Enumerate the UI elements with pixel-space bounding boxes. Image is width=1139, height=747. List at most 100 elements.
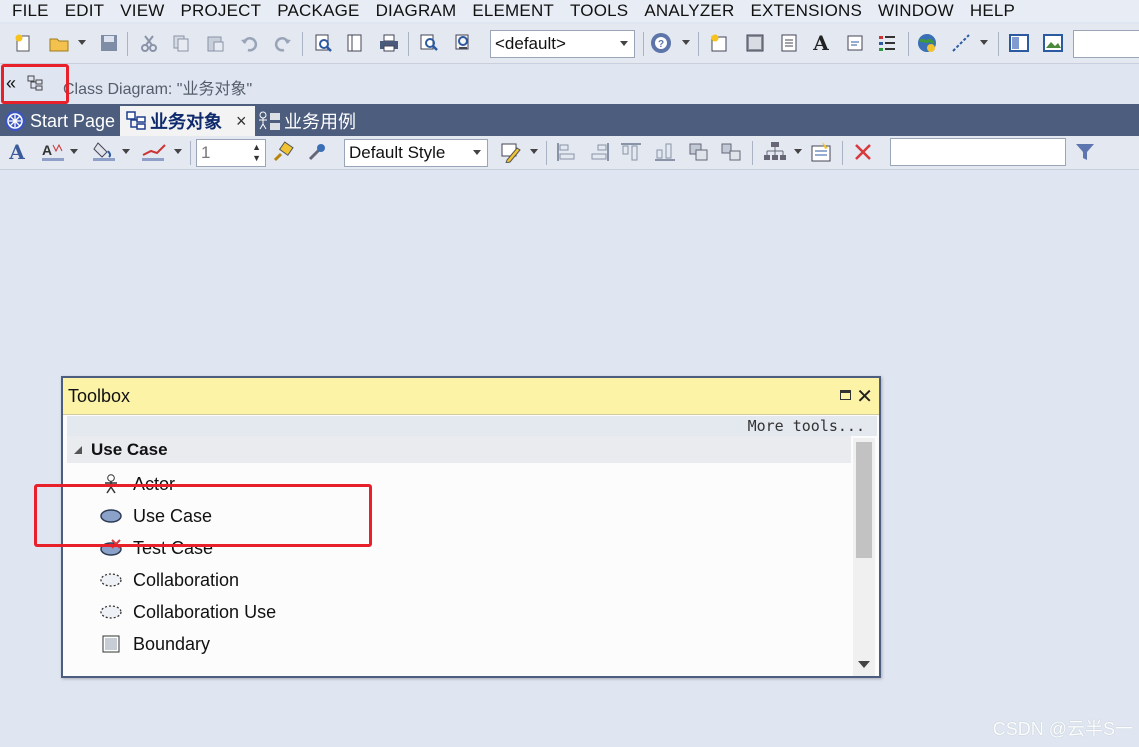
toolbar-separator — [998, 32, 999, 56]
menu-window[interactable]: WINDOW — [878, 1, 954, 21]
tab-business-objects[interactable]: 业务对象 × — [120, 106, 255, 136]
chevron-down-icon[interactable] — [792, 141, 804, 163]
toolbar-separator — [908, 32, 909, 56]
chevron-down-icon[interactable] — [68, 141, 80, 163]
scrollbar-thumb[interactable] — [856, 442, 872, 558]
filter-icon[interactable] — [1074, 141, 1096, 163]
menu-diagram[interactable]: DIAGRAM — [376, 1, 457, 21]
paste-icon[interactable] — [204, 32, 226, 54]
start-page-icon — [5, 111, 25, 131]
chevron-down-icon[interactable] — [680, 32, 692, 54]
connector-icon[interactable] — [950, 32, 972, 54]
menu-analyzer[interactable]: ANALYZER — [644, 1, 734, 21]
toolbox-title: Toolbox — [68, 386, 131, 406]
menu-package[interactable]: PACKAGE — [277, 1, 359, 21]
open-folder-icon[interactable] — [48, 32, 70, 54]
diagram-title-bar: « Class Diagram: "业务对象" — [0, 64, 1139, 104]
collaboration-use-icon — [99, 602, 123, 622]
align-bottom-icon[interactable] — [654, 141, 676, 163]
close-icon[interactable]: × — [236, 111, 247, 132]
delete-icon[interactable] — [852, 141, 874, 163]
chevron-down-icon[interactable] — [76, 32, 88, 54]
arrange-icon[interactable] — [720, 141, 742, 163]
image-icon[interactable] — [1042, 32, 1064, 54]
align-right-icon[interactable] — [588, 141, 610, 163]
style-combo[interactable]: Default Style — [344, 139, 488, 167]
align-top-icon[interactable] — [620, 141, 642, 163]
diagram-filter-input[interactable] — [890, 138, 1066, 166]
toolbox-section-use-case[interactable]: Use Case — [67, 436, 851, 463]
menu-edit[interactable]: EDIT — [65, 1, 105, 21]
document-icon[interactable] — [778, 32, 800, 54]
toolbar-search-input[interactable] — [1073, 30, 1139, 58]
more-tools-link[interactable]: More tools... — [67, 416, 877, 436]
layout-icon[interactable] — [1008, 32, 1030, 54]
layout-tree-icon[interactable] — [762, 141, 788, 163]
toolbox-item-collaboration[interactable]: Collaboration — [67, 565, 827, 595]
find-element-icon[interactable] — [452, 32, 474, 54]
diagram-icon[interactable] — [744, 32, 766, 54]
main-toolbar: <default> ? A — [0, 24, 1139, 64]
tab-label: 业务对象 — [150, 112, 222, 132]
line-width-stepper[interactable]: 1 ▲ ▼ — [196, 139, 266, 167]
print-icon[interactable] — [378, 32, 400, 54]
section-label: Use Case — [91, 439, 168, 459]
menu-tools[interactable]: TOOLS — [570, 1, 628, 21]
new-project-icon[interactable] — [12, 32, 34, 54]
toolbox-item-boundary[interactable]: Boundary — [67, 629, 827, 659]
style-edit-icon[interactable] — [498, 141, 524, 163]
tab-start-page[interactable]: Start Page — [4, 106, 115, 136]
new-element-icon[interactable] — [708, 32, 730, 54]
close-icon[interactable]: ✕ — [856, 384, 873, 409]
note-icon[interactable] — [844, 32, 866, 54]
page-setup-icon[interactable] — [344, 32, 366, 54]
stepper-arrows-icon[interactable]: ▲ ▼ — [252, 142, 261, 164]
toolbar-separator — [408, 32, 409, 56]
scroll-down-icon[interactable] — [858, 661, 870, 668]
chevron-down-icon[interactable] — [528, 141, 540, 163]
cut-icon[interactable] — [138, 32, 160, 54]
view-combo[interactable]: <default> — [490, 30, 635, 58]
toolbox-scrollbar[interactable] — [853, 438, 875, 676]
toolbar-separator — [127, 32, 128, 56]
toolbar-separator — [698, 32, 699, 56]
fill-color-icon[interactable] — [90, 141, 118, 163]
align-left-icon[interactable] — [556, 141, 578, 163]
redo-icon[interactable] — [272, 32, 294, 54]
format-painter-icon[interactable] — [272, 141, 294, 163]
chevron-down-icon[interactable] — [172, 141, 184, 163]
menu-view[interactable]: VIEW — [120, 1, 164, 21]
copy-icon[interactable] — [170, 32, 192, 54]
chevron-down-icon[interactable] — [120, 141, 132, 163]
menu-help[interactable]: HELP — [970, 1, 1015, 21]
menu-element[interactable]: ELEMENT — [472, 1, 554, 21]
collapse-triangle-icon[interactable] — [73, 445, 83, 455]
chevron-down-icon[interactable] — [978, 32, 990, 54]
same-size-icon[interactable] — [688, 141, 710, 163]
globe-icon[interactable] — [916, 32, 938, 54]
tab-business-use-cases[interactable]: 业务用例 — [258, 106, 356, 136]
menu-project[interactable]: PROJECT — [180, 1, 261, 21]
item-label: Boundary — [133, 633, 211, 654]
find-icon[interactable] — [418, 32, 440, 54]
text-icon[interactable]: A — [810, 31, 832, 55]
maximize-icon[interactable] — [840, 390, 851, 400]
list-icon[interactable] — [876, 32, 898, 54]
line-color-icon[interactable] — [140, 141, 168, 163]
eyedropper-icon[interactable] — [306, 141, 328, 163]
undo-icon[interactable] — [238, 32, 260, 54]
save-icon[interactable] — [98, 32, 120, 54]
svg-text:A: A — [42, 142, 52, 158]
document-tab-strip: Start Page 业务对象 × 业务用例 — [0, 104, 1139, 136]
menu-extensions[interactable]: EXTENSIONS — [750, 1, 862, 21]
toolbar-separator — [190, 141, 191, 165]
print-preview-icon[interactable] — [312, 32, 334, 54]
toolbar-separator — [842, 141, 843, 165]
help-icon[interactable]: ? — [650, 32, 672, 54]
toolbox-item-collaboration-use[interactable]: Collaboration Use — [67, 597, 827, 627]
font-color-icon[interactable]: A — [40, 141, 68, 163]
menu-file[interactable]: FILE — [12, 1, 49, 21]
font-icon[interactable]: A — [6, 140, 28, 164]
item-label: Collaboration Use — [133, 601, 277, 622]
properties-icon[interactable] — [810, 141, 832, 163]
